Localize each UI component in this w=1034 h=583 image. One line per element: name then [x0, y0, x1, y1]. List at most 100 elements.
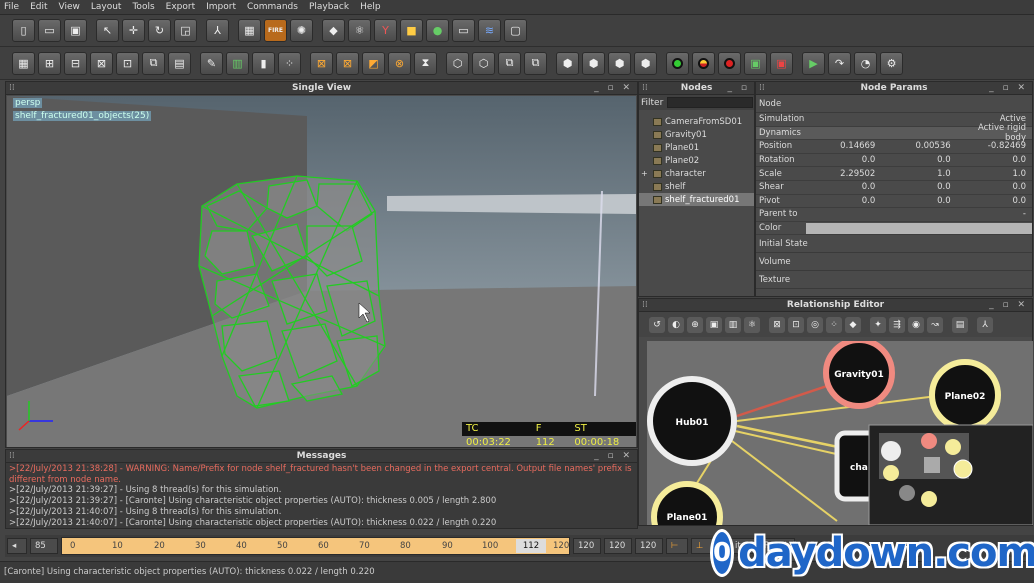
fire-button[interactable]: FIRE	[264, 19, 287, 42]
menu-playback[interactable]: Playback	[309, 2, 349, 12]
window-controls-icon[interactable]: _ ▫ ✕	[594, 450, 633, 463]
box-b-button[interactable]: ⊠	[336, 51, 359, 75]
panel-grip-icon[interactable]: ⁞⁞	[9, 450, 15, 463]
rel-unlink-icon[interactable]: ◐	[668, 316, 684, 333]
yellow-light-button[interactable]	[692, 51, 715, 75]
box-c-button[interactable]: ◩	[362, 51, 385, 75]
end-frame-field[interactable]: 120	[573, 538, 601, 554]
cube-c-button[interactable]: ⧉	[498, 51, 521, 75]
keyframe-button[interactable]: ⊢	[666, 538, 688, 554]
relationship-graph[interactable]: Hub01 Gravity01 Plane02 Plane01 cha	[647, 341, 1033, 525]
green-light-button[interactable]	[666, 51, 689, 75]
node-item-gravity01[interactable]: Gravity01	[639, 128, 754, 141]
cube-d-button[interactable]: ⧉	[524, 51, 547, 75]
menu-export[interactable]: Export	[166, 2, 195, 12]
node-item-plane01[interactable]: Plane01	[639, 141, 754, 154]
node-item-character[interactable]: + character	[639, 167, 754, 180]
pivot-icon-button[interactable]: ⊠	[90, 51, 113, 75]
transform-icon-button[interactable]: ⊟	[64, 51, 87, 75]
param-value-field[interactable]: 0.0	[806, 182, 881, 192]
menu-commands[interactable]: Commands	[247, 2, 298, 12]
window-controls-icon[interactable]: _ ▫	[728, 82, 750, 95]
node-item-shelf[interactable]: shelf	[639, 180, 754, 193]
param-value-field[interactable]: 0.0	[806, 196, 881, 206]
save-file-button[interactable]: ▣	[64, 19, 87, 42]
wave-button[interactable]: ≋	[478, 19, 501, 42]
node-item-plane02[interactable]: Plane02	[639, 154, 754, 167]
cube-g-button[interactable]: ⬢	[608, 51, 631, 75]
particles-button[interactable]: ✺	[290, 19, 313, 42]
param-value-field[interactable]: 0.00536	[881, 141, 956, 151]
param-value-field[interactable]	[957, 223, 1032, 234]
axis-tool-button[interactable]: ⅄	[206, 19, 229, 42]
rel-box-icon[interactable]: ▣	[706, 316, 722, 333]
node-section-header[interactable]: Node	[756, 95, 1032, 113]
panel-grip-icon[interactable]: ⁞⁞	[642, 299, 648, 312]
param-value-field[interactable]: 0.0	[806, 155, 881, 165]
play-sim-button[interactable]: ▶	[802, 51, 825, 75]
dots-icon-button[interactable]: ⁘	[278, 51, 301, 75]
window-controls-icon[interactable]: _ ▫ ✕	[989, 299, 1028, 312]
cube-h-button[interactable]: ⬢	[634, 51, 657, 75]
rel-connect-icon[interactable]: ⇶	[889, 316, 905, 333]
gravity01-node[interactable]: Gravity01	[823, 341, 895, 409]
add-icon-button[interactable]: ⊞	[38, 51, 61, 75]
param-value-field[interactable]: 1.0	[881, 169, 956, 179]
cube-button[interactable]: ▢	[504, 19, 527, 42]
rel-spark-icon[interactable]: ✦	[870, 316, 886, 333]
open-file-button[interactable]: ▭	[38, 19, 61, 42]
step-sim-button[interactable]: ↷	[828, 51, 851, 75]
cube-e-button[interactable]: ⬢	[556, 51, 579, 75]
cube-b-button[interactable]: ⬡	[472, 51, 495, 75]
section-texture[interactable]: Texture	[756, 271, 1032, 290]
rigid-body-button[interactable]: ◆	[322, 19, 345, 42]
copy-icon-button[interactable]: ⧉	[142, 51, 165, 75]
rel-link-icon[interactable]: ↺	[649, 316, 665, 333]
rel-center-icon[interactable]: ◎	[807, 316, 823, 333]
plane01-node[interactable]: Plane01	[651, 481, 723, 525]
menu-view[interactable]: View	[59, 2, 80, 12]
menu-tools[interactable]: Tools	[132, 2, 154, 12]
settings-sim-button[interactable]: ⚙	[880, 51, 903, 75]
expand-toggle-icon[interactable]: +	[641, 169, 649, 178]
scale-tool-button[interactable]: ◲	[174, 19, 197, 42]
zoom-icon-button[interactable]: ⊡	[116, 51, 139, 75]
hub01-node[interactable]: Hub01	[647, 376, 737, 466]
timer-button[interactable]: ◔	[854, 51, 877, 75]
rel-zoom-icon[interactable]: ⊠	[769, 316, 785, 333]
filter-input[interactable]	[667, 97, 754, 108]
param-value-field[interactable]	[881, 209, 956, 219]
fracture-button[interactable]: Y	[374, 19, 397, 42]
cube-f-button[interactable]: ⬢	[582, 51, 605, 75]
param-value-field[interactable]: 0.0	[881, 196, 956, 206]
graph-minimap[interactable]	[868, 424, 1033, 525]
param-value-field[interactable]: 0.14669	[806, 141, 881, 151]
param-value-field[interactable]	[806, 223, 881, 234]
new-file-button[interactable]: ▯	[12, 19, 35, 42]
red-light-button[interactable]	[718, 51, 741, 75]
section-volume[interactable]: Volume	[756, 253, 1032, 272]
box-button[interactable]: ■	[400, 19, 423, 42]
rel-route-icon[interactable]: ↝	[927, 316, 943, 333]
param-value-field[interactable]: 0.0	[957, 196, 1032, 206]
rel-table-icon[interactable]: ▤	[952, 316, 968, 333]
box-a-button[interactable]: ⊠	[310, 51, 333, 75]
param-value-field[interactable]: Active rigid body	[957, 123, 1032, 143]
grid-icon-button[interactable]: ▦	[12, 51, 35, 75]
rel-group-icon[interactable]: ⚛	[744, 316, 760, 333]
param-value-field[interactable]: 0.0	[881, 155, 956, 165]
3d-viewport[interactable]: persp shelf_fractured01_objects(25) TC 0…	[7, 96, 636, 447]
hourglass-button[interactable]: ⧗	[414, 51, 437, 75]
param-value-field[interactable]: 0.0	[957, 155, 1032, 165]
param-value-field[interactable]: -	[957, 209, 1032, 219]
constraint-button[interactable]: ⚛	[348, 19, 371, 42]
select-tool-button[interactable]: ↖	[96, 19, 119, 42]
box-d-button[interactable]: ⊗	[388, 51, 411, 75]
message-log[interactable]: >[22/July/2013 21:38:28] - WARNING: Name…	[6, 463, 637, 528]
menu-import[interactable]: Import	[206, 2, 236, 12]
panel-grip-icon[interactable]: ⁞⁞	[759, 82, 765, 95]
menu-layout[interactable]: Layout	[91, 2, 122, 12]
rel-grid-icon[interactable]: ⁘	[826, 316, 842, 333]
brush-icon-button[interactable]: ✎	[200, 51, 223, 75]
param-value-field[interactable]	[881, 123, 956, 143]
